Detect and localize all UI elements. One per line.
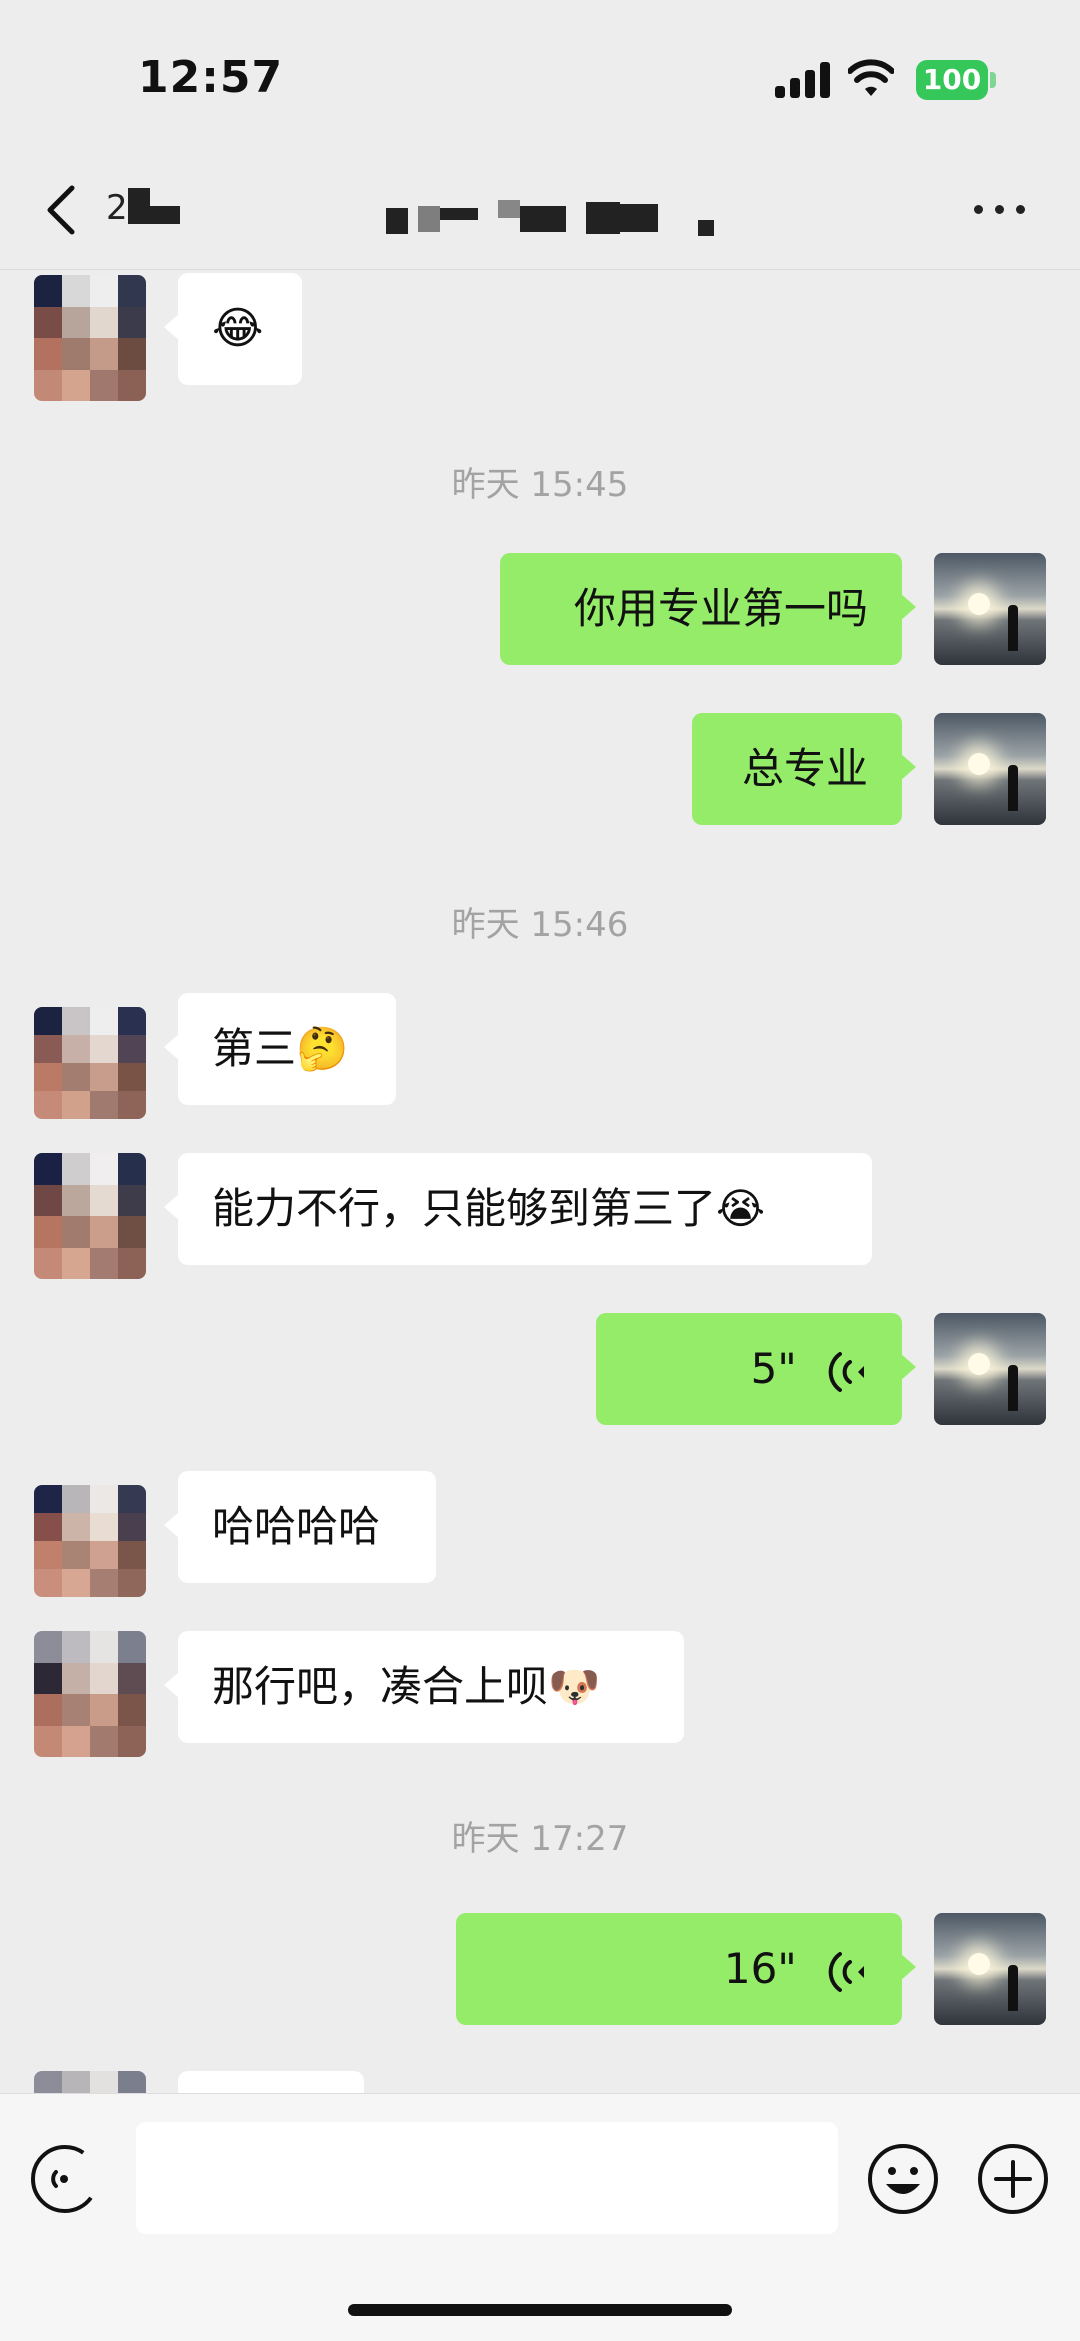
my-avatar[interactable] — [934, 713, 1046, 825]
chat-header: 2 — [0, 150, 1080, 270]
message-bubble[interactable]: 你用专业第一吗 — [500, 553, 916, 665]
battery-tip — [990, 72, 996, 88]
message-text: 那行吧，凑合上呗🐶 — [212, 1662, 601, 1711]
message-bubble[interactable]: 第三🤔 — [164, 993, 396, 1105]
message-bubble[interactable]: 哈哈哈哈 — [164, 1471, 436, 1583]
voice-message-bubble[interactable]: 16" — [456, 1913, 916, 2025]
message-text: 😂 — [212, 303, 264, 354]
battery-indicator: 100 — [916, 60, 988, 100]
message-bubble-partial[interactable] — [178, 2071, 364, 2093]
contact-avatar[interactable] — [34, 1153, 146, 1279]
timestamp: 昨天 17:27 — [451, 1819, 629, 1859]
voice-wave-icon — [828, 1351, 864, 1392]
contact-avatar[interactable] — [34, 1007, 146, 1119]
unread-count: 2 — [106, 188, 128, 228]
contact-avatar[interactable] — [34, 1631, 146, 1757]
message-input[interactable] — [136, 2122, 838, 2234]
status-bar: 12:57 100 — [0, 0, 1080, 150]
voice-duration: 5" — [750, 1344, 797, 1393]
message-text: 能力不行，只能够到第三了😭 — [212, 1184, 766, 1233]
voice-mode-icon[interactable] — [28, 2142, 102, 2216]
voice-message-bubble[interactable]: 5" — [596, 1313, 916, 1425]
my-avatar[interactable] — [934, 1313, 1046, 1425]
contact-avatar[interactable] — [34, 1485, 146, 1597]
my-avatar[interactable] — [934, 553, 1046, 665]
contact-avatar[interactable] — [34, 275, 146, 401]
smile-icon[interactable] — [866, 2142, 940, 2216]
chevron-left-icon[interactable] — [36, 180, 86, 240]
status-time: 12:57 — [138, 52, 284, 103]
contact-avatar[interactable] — [34, 2071, 146, 2093]
message-bubble[interactable]: 😂 — [164, 273, 302, 385]
message-text: 第三🤔 — [212, 1024, 349, 1073]
voice-wave-icon — [828, 1951, 864, 1992]
home-indicator[interactable] — [348, 2304, 732, 2316]
more-options-button[interactable] — [970, 194, 1030, 224]
message-bubble[interactable]: 能力不行，只能够到第三了😭 — [164, 1153, 872, 1265]
wifi-icon — [848, 59, 894, 96]
message-bubble[interactable]: 那行吧，凑合上呗🐶 — [164, 1631, 684, 1743]
message-text: 你用专业第一吗 — [573, 584, 868, 633]
message-text: 总专业 — [741, 744, 868, 793]
message-list[interactable]: 😂 昨天 15:45 你用专业第一吗 总专业 昨天 15:46 第三🤔 能力不行… — [0, 271, 1080, 2093]
ellipsis-icon — [974, 205, 983, 214]
plus-circle-icon[interactable] — [976, 2142, 1050, 2216]
cellular-signal-icon — [775, 62, 831, 98]
message-text: 哈哈哈哈 — [212, 1502, 381, 1551]
input-bar — [0, 2093, 1080, 2341]
my-avatar[interactable] — [934, 1913, 1046, 2025]
message-bubble[interactable]: 总专业 — [692, 713, 916, 825]
timestamp: 昨天 15:46 — [451, 905, 629, 945]
voice-duration: 16" — [723, 1944, 797, 1993]
timestamp: 昨天 15:45 — [451, 465, 629, 505]
